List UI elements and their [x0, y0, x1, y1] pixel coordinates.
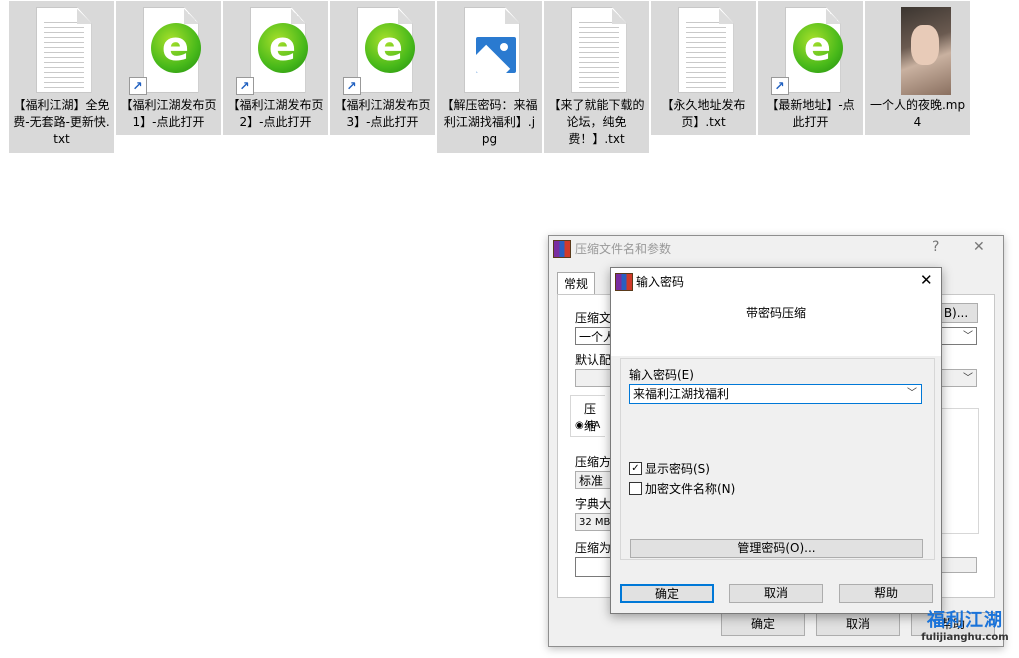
file-thumbnail: [22, 5, 102, 95]
password-help-button[interactable]: 帮助: [839, 584, 933, 603]
file-name: 【最新地址】-点此打开: [766, 98, 855, 129]
password-heading: 带密码压缩: [745, 306, 806, 320]
file-item[interactable]: e ↗ 【福利江湖发布页3】-点此打开: [330, 1, 435, 135]
method-select[interactable]: 标准: [575, 471, 615, 489]
encrypt-names-label: 加密文件名称(N): [645, 482, 736, 496]
password-dialog-titlebar[interactable]: 输入密码 ✕: [611, 268, 941, 294]
show-password-checkbox[interactable]: ✓ 显示密码(S): [629, 460, 710, 477]
browser-e-icon: e: [792, 23, 843, 73]
file-name: 【福利江湖】全免费-无套路-更新快.txt: [13, 98, 110, 146]
file-name: 【福利江湖发布页3】-点此打开: [334, 98, 431, 129]
archive-ok-button[interactable]: 确定: [721, 612, 805, 636]
shortcut-arrow-icon: ↗: [235, 77, 254, 95]
chevron-down-icon: ﹀: [963, 373, 973, 384]
browser-e-icon: e: [257, 23, 308, 73]
video-thumbnail: [900, 7, 951, 95]
picture-icon: [475, 37, 516, 73]
archive-name-label: 压缩文: [575, 311, 612, 325]
file-name: 【福利江湖发布页2】-点此打开: [227, 98, 324, 129]
format-group: 压缩 ◉ RA: [570, 395, 605, 437]
file-thumbnail: [557, 5, 637, 95]
browser-e-icon: e: [150, 23, 201, 73]
file-name: 【来了就能下载的论坛，纯免费！】.txt: [548, 98, 645, 146]
file-item[interactable]: 【解压密码：来福利江湖找福利】.jpg: [437, 1, 542, 153]
file-thumbnail: e ↗: [770, 5, 851, 95]
split-select[interactable]: [575, 557, 615, 577]
file-thumbnail: [664, 5, 744, 95]
archive-dialog-title: 压缩文件名和参数: [575, 242, 672, 256]
password-input[interactable]: 来福利江湖找福利 ﹀: [629, 384, 922, 404]
help-icon[interactable]: ?: [932, 239, 939, 255]
shortcut-arrow-icon: ↗: [342, 77, 361, 95]
rar-radio[interactable]: ◉ RA: [575, 420, 600, 431]
browser-e-icon: e: [364, 23, 415, 73]
watermark-url: fulijianghu.com: [921, 632, 1009, 643]
text-file-icon: [35, 7, 92, 93]
rar-radio-label: RA: [586, 420, 601, 431]
watermark-logo: 福利江湖: [927, 610, 1003, 631]
winrar-icon: [615, 273, 633, 291]
file-item[interactable]: e ↗ 【福利江湖发布页2】-点此打开: [223, 1, 328, 135]
file-thumbnail: e ↗: [235, 5, 316, 95]
file-item[interactable]: 一个人的夜晚.mp4: [865, 1, 970, 135]
password-dialog-title: 输入密码: [636, 275, 685, 289]
file-name: 【永久地址发布页】.txt: [661, 98, 746, 129]
file-name: 一个人的夜晚.mp4: [869, 98, 966, 129]
site-watermark: 福利江湖 fulijianghu.com: [918, 610, 1012, 654]
archive-cancel-button[interactable]: 取消: [816, 612, 900, 636]
shortcut-arrow-icon: ↗: [128, 77, 147, 95]
archive-dialog-titlebar[interactable]: 压缩文件名和参数 ? ✕: [549, 236, 1003, 260]
manage-passwords-button[interactable]: 管理密码(O)...: [630, 539, 923, 558]
close-icon[interactable]: ✕: [920, 271, 933, 289]
password-label: 输入密码(E): [629, 368, 694, 382]
winrar-icon: [553, 240, 571, 258]
close-icon[interactable]: ✕: [973, 239, 985, 255]
checkbox-box[interactable]: ✓: [629, 462, 642, 475]
method-label: 压缩方: [575, 455, 612, 469]
password-value: 来福利江湖找福利: [633, 387, 730, 401]
file-thumbnail: e ↗: [342, 5, 423, 95]
password-dialog-header: 带密码压缩: [611, 294, 941, 356]
dict-label: 字典大: [575, 497, 612, 511]
text-file-icon: [570, 7, 627, 93]
split-label: 压缩为: [575, 541, 612, 555]
shortcut-arrow-icon: ↗: [770, 77, 789, 95]
file-item[interactable]: 【永久地址发布页】.txt: [651, 1, 756, 135]
file-thumbnail: [450, 5, 530, 95]
file-item[interactable]: e ↗ 【最新地址】-点此打开: [758, 1, 863, 135]
checkbox-box[interactable]: [629, 482, 642, 495]
dict-value: 32 MB: [579, 517, 611, 528]
default-profile-label: 默认配: [575, 353, 612, 367]
dict-select[interactable]: 32 MB: [575, 513, 615, 531]
password-cancel-button[interactable]: 取消: [729, 584, 823, 603]
file-thumbnail: [878, 5, 958, 95]
encrypt-names-checkbox[interactable]: 加密文件名称(N): [629, 480, 735, 497]
file-name: 【解压密码：来福利江湖找福利】.jpg: [441, 98, 538, 146]
method-value: 标准: [579, 474, 604, 488]
text-file-icon: [677, 7, 734, 93]
password-ok-button[interactable]: 确定: [620, 584, 714, 603]
chevron-down-icon[interactable]: ﹀: [907, 385, 917, 403]
chevron-down-icon: ﹀: [963, 331, 973, 342]
file-name: 【福利江湖发布页1】-点此打开: [120, 98, 217, 129]
show-password-label: 显示密码(S): [645, 462, 710, 476]
file-item[interactable]: 【福利江湖】全免费-无套路-更新快.txt: [9, 1, 114, 153]
file-thumbnail: e ↗: [128, 5, 209, 95]
tab-general[interactable]: 常规: [557, 272, 596, 294]
file-item[interactable]: 【来了就能下载的论坛，纯免费！】.txt: [544, 1, 649, 153]
password-dialog: 输入密码 ✕ 带密码压缩 输入密码(E) 来福利江湖找福利 ﹀ ✓ 显示密码(S…: [610, 267, 942, 614]
file-item[interactable]: e ↗ 【福利江湖发布页1】-点此打开: [116, 1, 221, 135]
